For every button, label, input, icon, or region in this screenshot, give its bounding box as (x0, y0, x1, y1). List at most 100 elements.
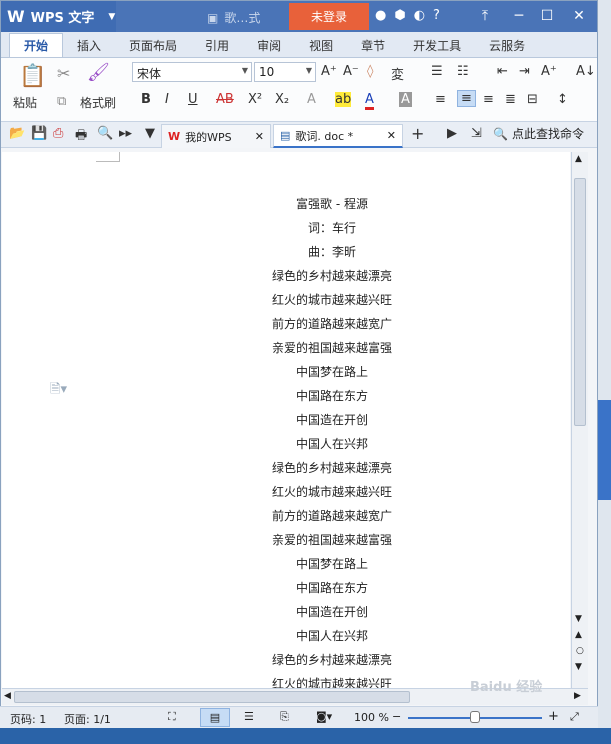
zoom-slider-handle[interactable] (470, 711, 480, 723)
lyrics-body[interactable]: 富强歌 - 程源 词：车行 曲：李昕 绿色的乡村越来越漂亮 红火的城市越来越兴旺… (2, 192, 570, 688)
text-effect-icon[interactable]: A (307, 92, 316, 107)
tab-label: 我的WPS (185, 130, 232, 144)
tab-references[interactable]: 引用 (191, 33, 243, 57)
ribbon-tabs: 开始 插入 页面布局 引用 审阅 视图 章节 开发工具 云服务 (1, 32, 597, 58)
send-icon[interactable]: ⇲ (471, 126, 482, 141)
skin-icon[interactable]: ● (375, 8, 386, 23)
close-icon[interactable]: ✕ (387, 129, 396, 142)
tab-document[interactable]: ▤ 歌词. doc * ✕ (273, 124, 403, 148)
tab-page-layout[interactable]: 页面布局 (115, 33, 191, 57)
chevron-down-icon: ▼ (241, 66, 248, 75)
open-icon[interactable]: 📂 (9, 126, 25, 141)
change-case-icon[interactable]: A⁺ (541, 64, 557, 79)
italic-icon[interactable]: I (165, 92, 169, 107)
zoom-in-icon[interactable]: + (548, 709, 559, 724)
next-page-icon[interactable]: ▼ (575, 662, 582, 672)
vertical-scrollbar[interactable]: ▲ ▼ ▲ ○ ▼ (571, 152, 588, 688)
paste-button[interactable]: 粘贴 (13, 94, 37, 111)
strikethrough-icon[interactable]: AB (216, 92, 234, 107)
format-painter-icon[interactable]: 🖌 (87, 62, 110, 83)
increase-indent-icon[interactable]: ⇥ (519, 64, 530, 79)
more-commands-icon[interactable]: ▸▸ (119, 126, 132, 141)
subscript-icon[interactable]: X₂ (275, 92, 289, 107)
close-icon[interactable]: ✕ (255, 130, 264, 143)
maximize-button[interactable]: ☐ (535, 5, 559, 27)
copy-icon[interactable]: ⧉ (57, 94, 66, 109)
bold-icon[interactable]: B (141, 92, 151, 107)
vertical-scroll-thumb[interactable] (574, 178, 586, 426)
format-painter-button[interactable]: 格式刷 (80, 94, 116, 111)
line-spacing-icon[interactable]: ↕ (557, 92, 568, 107)
outline-view-icon[interactable]: ☰ (244, 710, 254, 723)
app-menu-button[interactable]: W WPS 文字 ▼ (1, 1, 116, 32)
titlebar-icons: ● ⬢ ◐ ? (375, 8, 440, 23)
browse-object-icon[interactable]: ○ (576, 646, 584, 656)
decrease-indent-icon[interactable]: ⇤ (497, 64, 508, 79)
horizontal-scroll-thumb[interactable] (14, 691, 410, 703)
restore-ribbon-icon[interactable]: ⤒ (473, 5, 497, 27)
shield-icon[interactable]: ⬢ (394, 8, 405, 23)
tab-developer[interactable]: 开发工具 (399, 33, 475, 57)
bullets-icon[interactable]: ☰ (431, 64, 443, 79)
tab-view[interactable]: 视图 (295, 33, 347, 57)
share-icon[interactable]: ◐ (414, 8, 425, 23)
scroll-left-icon[interactable]: ◀ (4, 691, 11, 701)
wps-logo-icon: W (7, 7, 25, 26)
highlight-icon[interactable]: ab (335, 92, 352, 107)
align-left-icon[interactable]: ≡ (435, 92, 446, 107)
tab-review[interactable]: 审阅 (243, 33, 295, 57)
page-number: 页码: 1 (10, 713, 47, 726)
print-preview-icon[interactable]: 🔍 (97, 126, 113, 141)
prev-page-icon[interactable]: ▲ (575, 630, 582, 640)
align-center-icon[interactable]: ≡ (457, 90, 476, 107)
justify-icon[interactable]: ≣ (505, 92, 516, 107)
margin-marker (96, 152, 120, 162)
pdf-icon[interactable]: ⎙ (53, 126, 63, 141)
underline-icon[interactable]: U (188, 92, 198, 107)
tab-insert[interactable]: 插入 (63, 33, 115, 57)
save-icon[interactable]: 💾 (31, 126, 47, 141)
command-search[interactable]: 🔍 点此查找命令 (493, 125, 584, 142)
web-view-icon[interactable]: ⎘ (280, 710, 289, 724)
eye-protection-icon[interactable]: ◙▾ (316, 710, 332, 723)
print-icon[interactable]: 🖶 (75, 126, 87, 148)
numbering-icon[interactable]: ☷ (457, 64, 469, 79)
phonetic-icon[interactable]: 変 (391, 64, 404, 83)
new-tab-icon[interactable]: + (411, 124, 424, 143)
fullscreen-icon[interactable]: ⛶ (168, 710, 176, 724)
shrink-font-icon[interactable]: A⁻ (343, 64, 359, 79)
scroll-right-icon[interactable]: ▶ (574, 691, 581, 701)
scroll-up-icon[interactable]: ▲ (575, 154, 582, 164)
sort-icon[interactable]: A↓ (576, 64, 596, 79)
cut-icon[interactable]: ✂ (57, 64, 70, 83)
grow-font-icon[interactable]: A⁺ (321, 64, 337, 79)
char-shading-icon[interactable]: A (399, 92, 412, 107)
play-icon[interactable]: ▶ (447, 126, 457, 141)
lyrics-line: 中国造在开创 (295, 605, 368, 619)
tab-home[interactable]: 开始 (9, 33, 64, 57)
tab-my-wps[interactable]: W 我的WPS ✕ (161, 124, 271, 148)
chevron-down-icon[interactable]: ▼ (145, 126, 155, 141)
font-color-icon[interactable]: A (365, 92, 374, 110)
zoom-level[interactable]: 100 % (354, 711, 389, 724)
tab-cloud[interactable]: 云服务 (475, 33, 539, 57)
help-icon[interactable]: ? (433, 8, 440, 23)
zoom-out-icon[interactable]: − (392, 710, 401, 723)
lyrics-line: 红火的城市越来越兴旺 (271, 293, 392, 307)
login-button[interactable]: 未登录 (289, 3, 369, 30)
minimize-button[interactable]: ─ (507, 5, 531, 27)
document-canvas[interactable]: 🗎▾ 富强歌 - 程源 词：车行 曲：李昕 绿色的乡村越来越漂亮 红火的城市越来… (2, 152, 570, 688)
align-right-icon[interactable]: ≡ (483, 92, 494, 107)
side-panel-toggle[interactable] (598, 400, 611, 500)
tab-section[interactable]: 章节 (347, 33, 399, 57)
fit-window-icon[interactable]: ⤢ (570, 710, 579, 724)
close-button[interactable]: ✕ (567, 5, 591, 27)
distributed-icon[interactable]: ⊟ (527, 92, 538, 107)
scroll-down-icon[interactable]: ▼ (575, 614, 582, 624)
page-view-icon[interactable]: ▤ (200, 708, 230, 727)
superscript-icon[interactable]: X² (248, 92, 262, 107)
font-size-select[interactable]: 10 ▼ (254, 62, 316, 82)
clear-format-icon[interactable]: ◊ (367, 64, 373, 79)
font-name-select[interactable]: 宋体 ▼ (132, 62, 252, 82)
paste-icon[interactable]: 📋 (19, 64, 46, 89)
